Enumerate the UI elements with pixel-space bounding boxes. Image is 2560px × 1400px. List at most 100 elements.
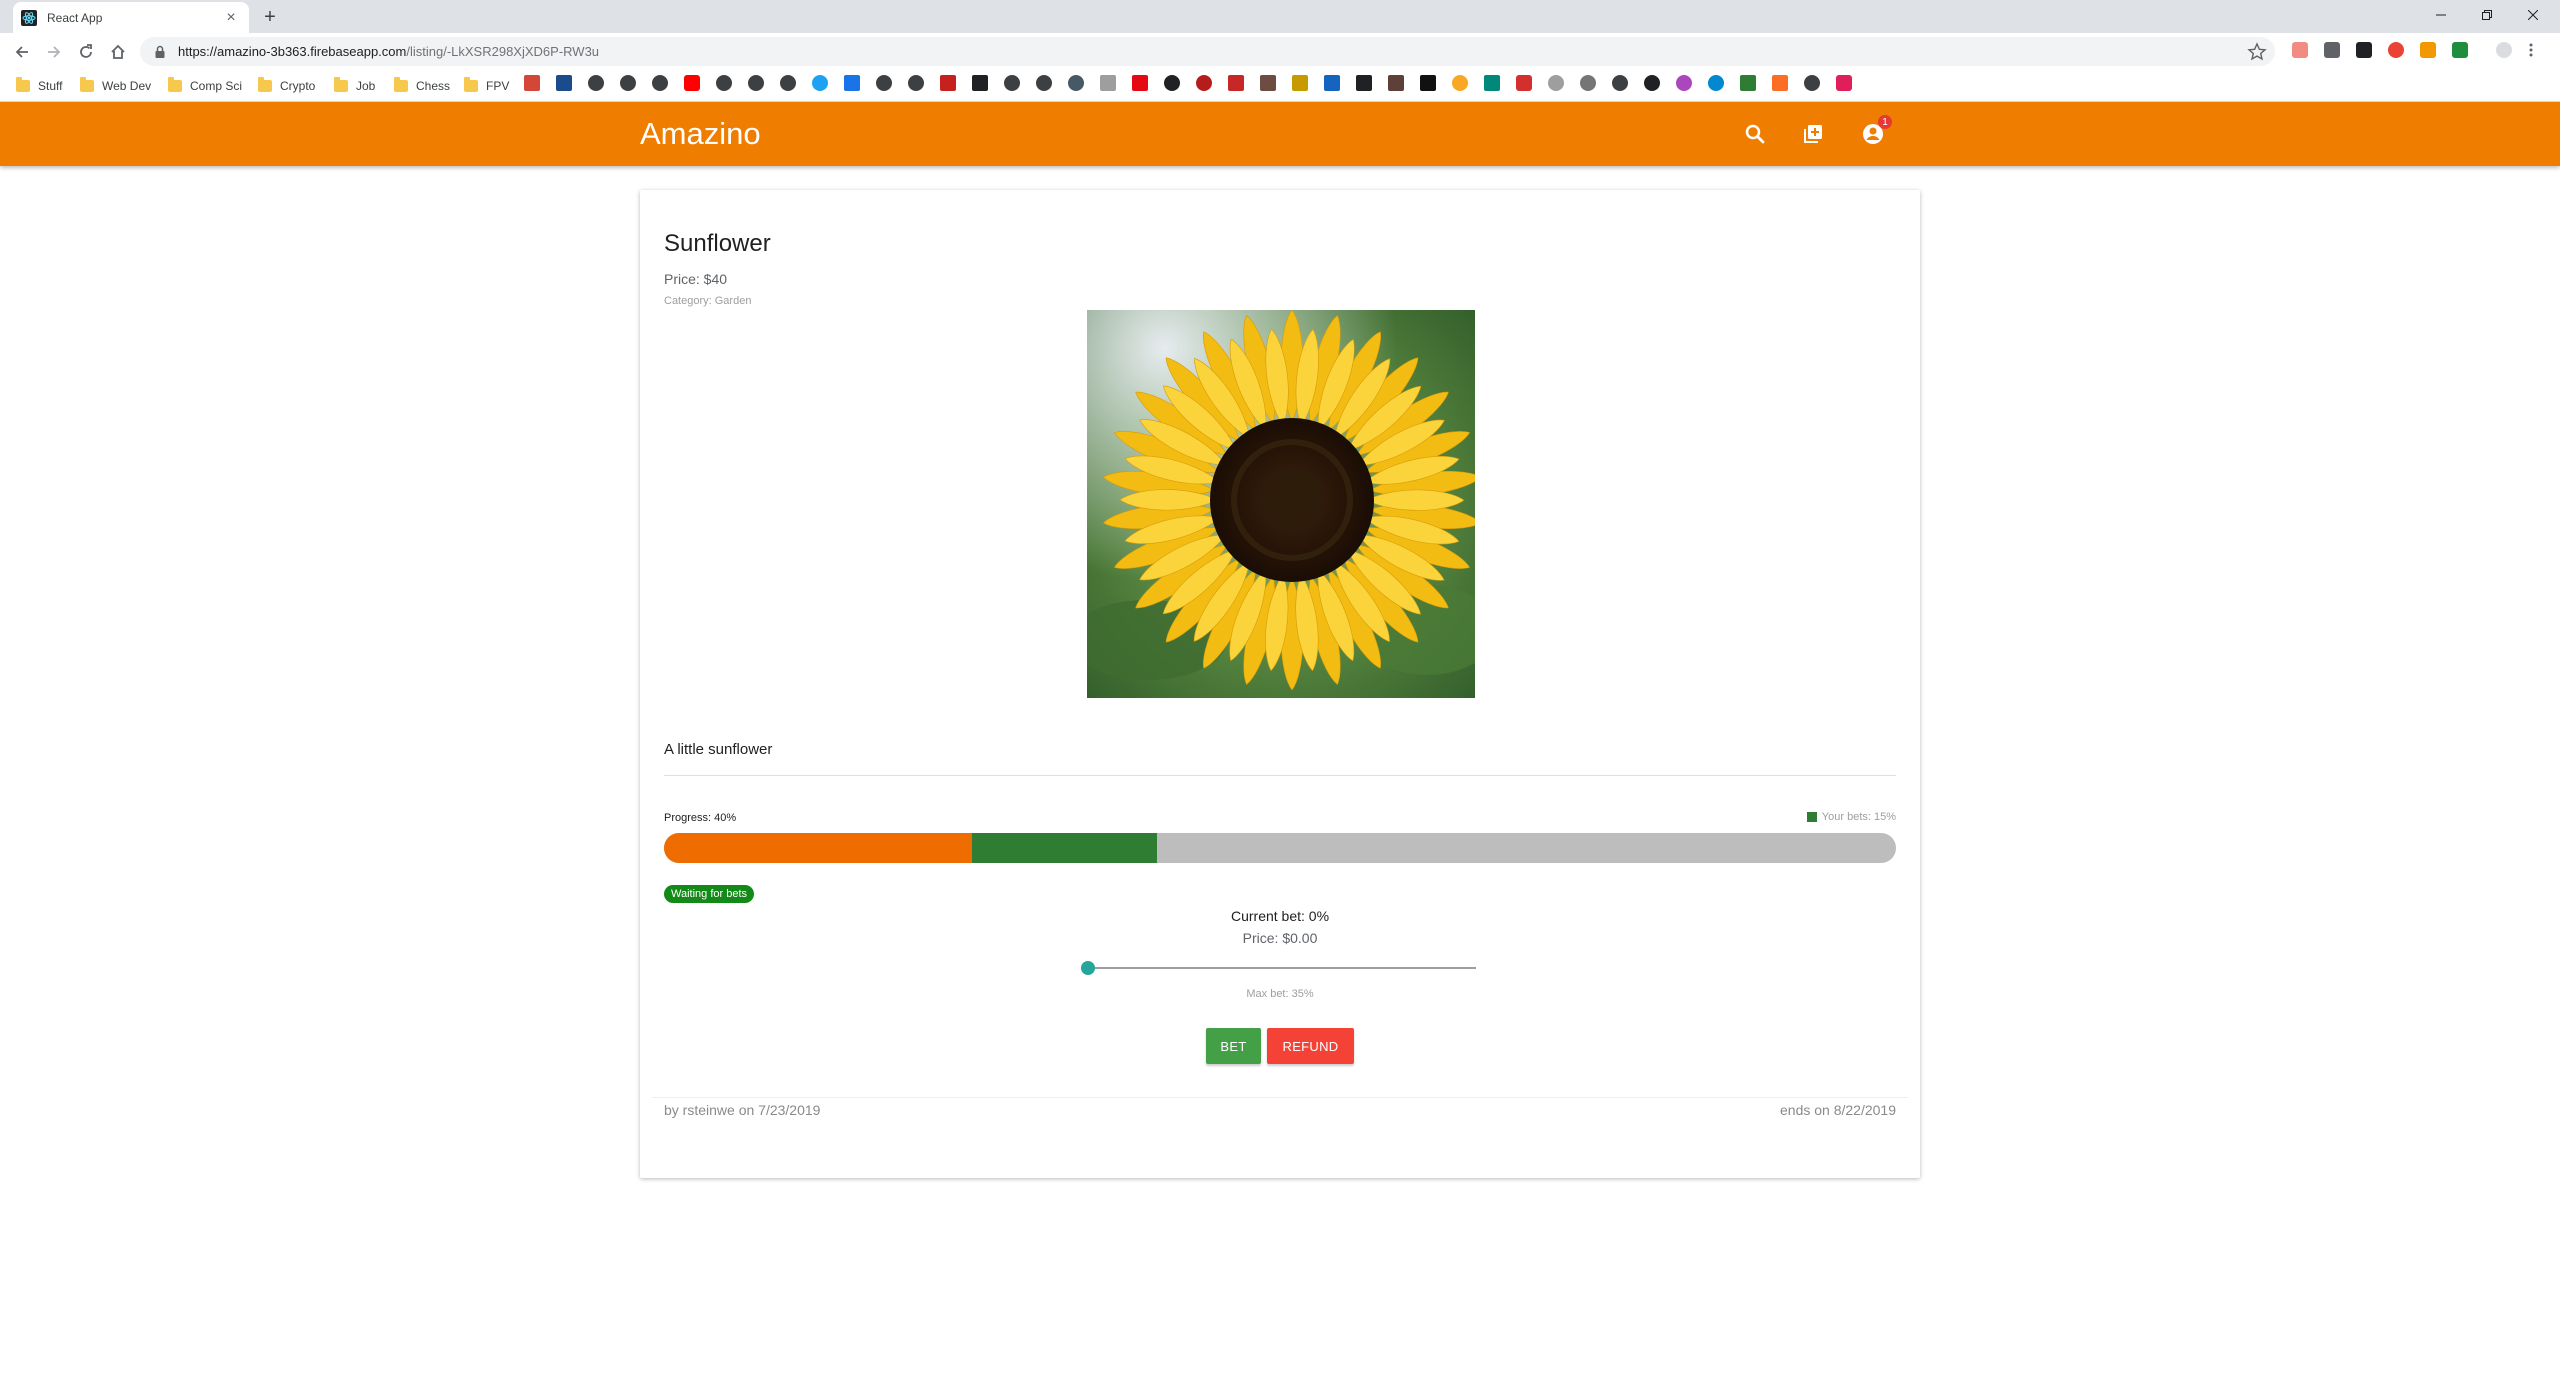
site-bookmark-icon[interactable] — [556, 75, 572, 91]
netflix-bookmark-icon[interactable] — [1132, 75, 1148, 91]
browser-tabstrip: React App × + — [0, 0, 2560, 33]
site-bookmark-icon[interactable] — [1292, 75, 1308, 91]
site-bookmark-icon[interactable] — [1004, 75, 1020, 91]
site-bookmark-icon[interactable] — [1484, 75, 1500, 91]
bookmark-folder-fpv[interactable]: FPV — [464, 76, 509, 96]
site-bookmark-icon[interactable] — [1356, 75, 1372, 91]
notification-badge: 1 — [1878, 115, 1892, 129]
slider-thumb[interactable] — [1081, 961, 1095, 975]
site-bookmark-icon[interactable] — [1388, 75, 1404, 91]
listing-category: Category: Garden — [664, 295, 752, 307]
bookmark-folder-stuff[interactable]: Stuff — [16, 76, 62, 96]
site-bookmark-icon[interactable] — [844, 75, 860, 91]
site-bookmark-icon[interactable] — [1612, 75, 1628, 91]
bookmark-label: Comp Sci — [190, 79, 243, 93]
folder-icon — [464, 77, 478, 92]
listing-end-date: ends on 8/22/2019 — [1780, 1102, 1896, 1118]
back-icon[interactable] — [8, 38, 36, 66]
folder-icon — [394, 77, 408, 92]
extension-3-icon[interactable] — [2356, 42, 2372, 58]
search-icon[interactable] — [1740, 119, 1770, 149]
address-bar[interactable]: https://amazino-3b363.firebaseapp.com/li… — [140, 37, 2275, 66]
browser-tab[interactable]: React App × — [13, 2, 249, 33]
listing-description: A little sunflower — [664, 741, 773, 758]
reload-icon[interactable] — [72, 38, 100, 66]
extension-2-icon[interactable] — [2324, 42, 2340, 58]
footer-divider — [652, 1097, 1908, 1098]
account-icon[interactable]: 1 — [1858, 115, 1892, 149]
site-bookmark-icon[interactable] — [1740, 75, 1756, 91]
site-bookmark-icon[interactable] — [876, 75, 892, 91]
site-bookmark-icon[interactable] — [652, 75, 668, 91]
app-header: Amazino 1 — [0, 102, 2560, 166]
forward-icon[interactable] — [40, 38, 68, 66]
site-bookmark-icon[interactable] — [748, 75, 764, 91]
extension-6-icon[interactable] — [2452, 42, 2468, 58]
new-tab-button[interactable]: + — [258, 5, 282, 29]
site-bookmark-icon[interactable] — [1068, 75, 1084, 91]
status-badge: Waiting for bets — [664, 885, 755, 903]
extension-5-icon[interactable] — [2420, 42, 2436, 58]
slack-bookmark-icon[interactable] — [1836, 75, 1852, 91]
restore-icon[interactable] — [2464, 0, 2510, 30]
site-bookmark-icon[interactable] — [780, 75, 796, 91]
bookmark-folder-comp-sci[interactable]: Comp Sci — [168, 76, 242, 96]
bookmark-star-icon[interactable] — [2247, 42, 2267, 62]
site-bookmark-icon[interactable] — [1708, 75, 1724, 91]
folder-icon — [80, 77, 94, 92]
bookmark-folder-web-dev[interactable]: Web Dev — [80, 76, 151, 96]
close-window-icon[interactable] — [2510, 0, 2556, 30]
tab-close-icon[interactable]: × — [219, 6, 243, 30]
extension-4-icon[interactable] — [2388, 42, 2404, 58]
site-bookmark-icon[interactable] — [1260, 75, 1276, 91]
site-bookmark-icon[interactable] — [908, 75, 924, 91]
home-icon[interactable] — [104, 38, 132, 66]
url-path: /listing/-LkXSR298XjXD6P-RW3u — [406, 44, 600, 59]
bet-slider[interactable] — [1081, 958, 1476, 978]
site-bookmark-icon[interactable] — [588, 75, 604, 91]
site-bookmark-icon[interactable] — [1324, 75, 1340, 91]
gmail-bookmark-icon[interactable] — [524, 75, 540, 91]
site-bookmark-icon[interactable] — [1804, 75, 1820, 91]
your-bets-label: Your bets: 15% — [1821, 811, 1896, 823]
bookmark-folder-crypto[interactable]: Crypto — [258, 76, 315, 96]
twitter-bookmark-icon[interactable] — [812, 75, 828, 91]
site-bookmark-icon[interactable] — [1580, 75, 1596, 91]
site-bookmark-icon[interactable] — [1452, 75, 1468, 91]
refund-button[interactable]: REFUND — [1267, 1028, 1354, 1064]
browser-toolbar: https://amazino-3b363.firebaseapp.com/li… — [0, 33, 2560, 70]
youtube-bookmark-icon[interactable] — [684, 75, 700, 91]
add-listing-icon[interactable] — [1798, 119, 1828, 149]
folder-icon — [168, 77, 182, 92]
listing-byline: by rsteinwe on 7/23/2019 — [664, 1102, 821, 1118]
site-bookmark-icon[interactable] — [1516, 75, 1532, 91]
progress-label: Progress: 40% — [664, 812, 737, 824]
bookmark-folder-job[interactable]: Job — [334, 76, 375, 96]
site-bookmark-icon[interactable] — [1644, 75, 1660, 91]
site-bookmark-icon[interactable] — [1164, 75, 1180, 91]
site-bookmark-icon[interactable] — [1196, 75, 1212, 91]
site-bookmark-icon[interactable] — [1548, 75, 1564, 91]
listing-price: Price: $40 — [664, 271, 728, 287]
site-bookmark-icon[interactable] — [1228, 75, 1244, 91]
site-bookmark-icon[interactable] — [1676, 75, 1692, 91]
amazon-bookmark-icon[interactable] — [972, 75, 988, 91]
max-bet: Max bet: 35% — [1246, 988, 1314, 1000]
site-bookmark-icon[interactable] — [1100, 75, 1116, 91]
site-bookmark-icon[interactable] — [1036, 75, 1052, 91]
your-bets-legend: Your bets: 15% — [1806, 811, 1896, 823]
site-bookmark-icon[interactable] — [620, 75, 636, 91]
gitlab-bookmark-icon[interactable] — [1772, 75, 1788, 91]
site-bookmark-icon[interactable] — [1420, 75, 1436, 91]
profile-avatar-icon[interactable] — [2496, 42, 2512, 58]
bookmark-label: Stuff — [38, 79, 63, 93]
bet-button[interactable]: BET — [1206, 1028, 1261, 1064]
extension-1-icon[interactable] — [2292, 42, 2308, 58]
bookmark-folder-chess[interactable]: Chess — [394, 76, 450, 96]
site-bookmark-icon[interactable] — [940, 75, 956, 91]
minimize-icon[interactable] — [2418, 0, 2464, 30]
chrome-menu-icon[interactable] — [2528, 42, 2534, 58]
app-brand[interactable]: Amazino — [640, 116, 761, 152]
slider-rail[interactable] — [1088, 967, 1476, 969]
site-bookmark-icon[interactable] — [716, 75, 732, 91]
